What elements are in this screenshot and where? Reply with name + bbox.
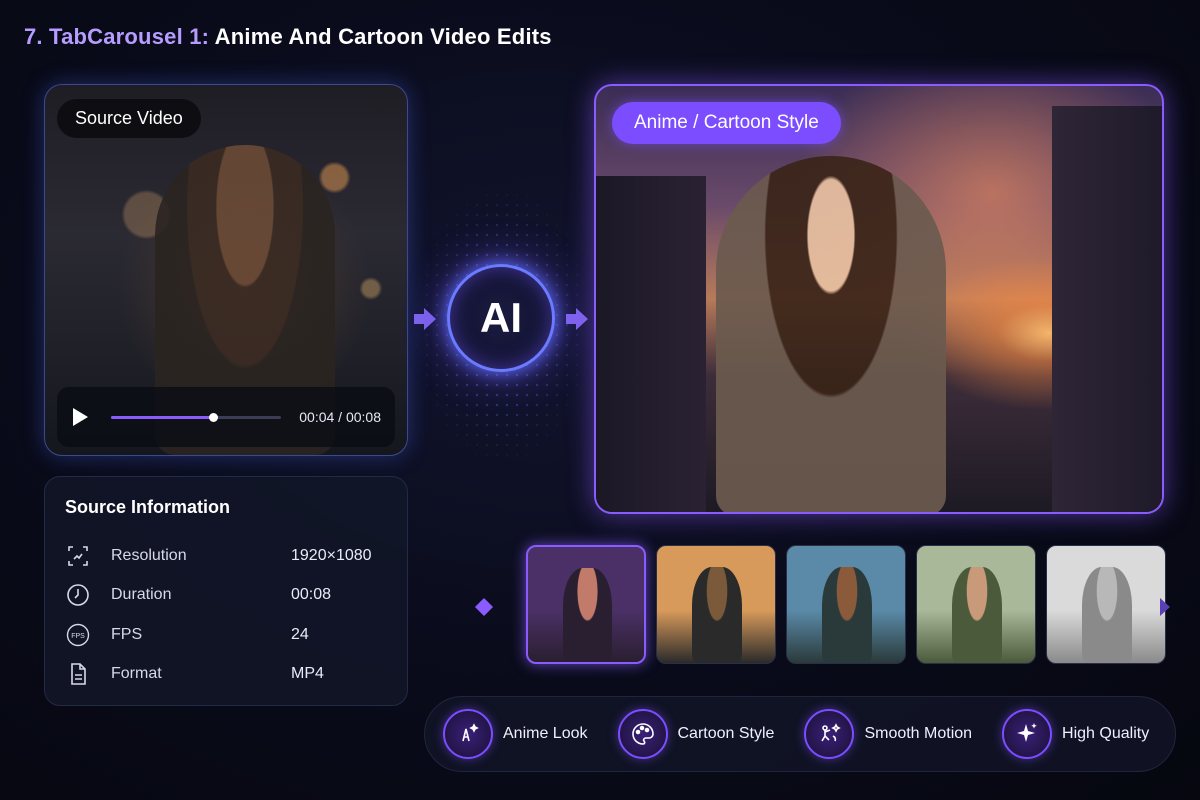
info-value: 24 xyxy=(291,625,309,643)
play-icon xyxy=(73,408,88,426)
info-row-format: Format MP4 xyxy=(65,655,387,695)
progress-fill xyxy=(111,415,214,419)
result-frame-character xyxy=(716,156,946,512)
info-value: MP4 xyxy=(291,665,324,683)
info-label: Duration xyxy=(111,586,172,604)
thumbnail-character xyxy=(822,567,872,663)
source-information-card: Source Information Resolution 1920×1080 … xyxy=(44,476,408,706)
info-row-duration: Duration 00:08 xyxy=(65,576,387,616)
clock-icon xyxy=(65,582,91,608)
video-controls: 00:04 / 00:08 xyxy=(57,387,395,447)
thumbnail-character xyxy=(692,567,742,663)
style-thumbnail-cartoon-boy-3d[interactable] xyxy=(786,545,906,664)
result-video-preview[interactable]: Anime / Cartoon Style xyxy=(594,84,1164,514)
thumbnail-character xyxy=(562,567,612,662)
info-row-resolution: Resolution 1920×1080 xyxy=(65,536,387,576)
carousel-prev-button[interactable] xyxy=(474,597,494,617)
feature-smooth-motion: Smooth Motion xyxy=(804,709,972,759)
arrow-right-icon xyxy=(562,304,592,334)
style-thumbnail-sketch-style[interactable] xyxy=(1046,545,1166,664)
info-label: FPS xyxy=(111,625,143,643)
resolution-icon xyxy=(65,543,91,569)
carousel-next-button[interactable] xyxy=(1158,596,1172,618)
result-frame-buildings-right xyxy=(1052,106,1162,512)
arrow-right-icon xyxy=(410,304,440,334)
info-value: 1920×1080 xyxy=(291,546,372,564)
feature-bar: Anime Look Cartoon Style Smooth Motion H… xyxy=(424,696,1176,772)
feature-label: Cartoon Style xyxy=(677,725,775,742)
file-icon xyxy=(65,661,91,687)
play-button[interactable] xyxy=(71,406,93,428)
feature-label: Smooth Motion xyxy=(864,725,973,742)
feature-label: Anime Look xyxy=(503,725,588,742)
style-thumbnail-clay-style[interactable] xyxy=(916,545,1036,664)
page-title-text: Anime And Cartoon Video Edits xyxy=(214,24,552,49)
anime-look-icon xyxy=(443,709,493,759)
progress-handle[interactable] xyxy=(209,412,219,422)
sparkle-icon xyxy=(1002,709,1053,759)
info-row-fps: FPS FPS 24 xyxy=(65,615,387,655)
video-progress-bar[interactable] xyxy=(111,412,282,422)
diamond-icon xyxy=(475,598,493,616)
style-thumbnail-strip xyxy=(526,545,1166,664)
info-label: Resolution xyxy=(111,546,187,564)
ai-badge: AI xyxy=(447,264,555,372)
chevron-right-icon xyxy=(1160,598,1170,616)
feature-label: High Quality xyxy=(1062,725,1150,742)
svg-text:FPS: FPS xyxy=(71,633,85,640)
style-badge: Anime / Cartoon Style xyxy=(612,102,841,144)
style-thumbnail-cartoon-boy-sunset[interactable] xyxy=(656,545,776,664)
result-frame-buildings-left xyxy=(596,176,706,512)
motion-icon xyxy=(804,709,855,759)
thumbnail-character xyxy=(1082,567,1132,663)
info-value: 00:08 xyxy=(291,586,332,604)
info-label: Format xyxy=(111,665,162,683)
source-video-badge: Source Video xyxy=(57,99,201,138)
fps-icon: FPS xyxy=(65,622,91,648)
feature-high-quality: High Quality xyxy=(1002,709,1149,759)
thumbnail-character xyxy=(952,567,1002,663)
source-video-player[interactable]: Source Video 00:04 / 00:08 xyxy=(44,84,408,456)
palette-icon xyxy=(617,709,668,759)
source-information-title: Source Information xyxy=(65,497,231,517)
feature-cartoon-style: Cartoon Style xyxy=(617,709,775,759)
ai-label: AI xyxy=(480,294,522,341)
style-thumbnail-anime-style[interactable] xyxy=(526,545,646,664)
feature-anime-look: Anime Look xyxy=(443,709,588,759)
page-title: 7. TabCarousel 1: Anime And Cartoon Vide… xyxy=(24,24,552,50)
video-time: 00:04 / 00:08 xyxy=(299,409,381,425)
page-title-number: 7. TabCarousel 1: xyxy=(24,24,210,49)
